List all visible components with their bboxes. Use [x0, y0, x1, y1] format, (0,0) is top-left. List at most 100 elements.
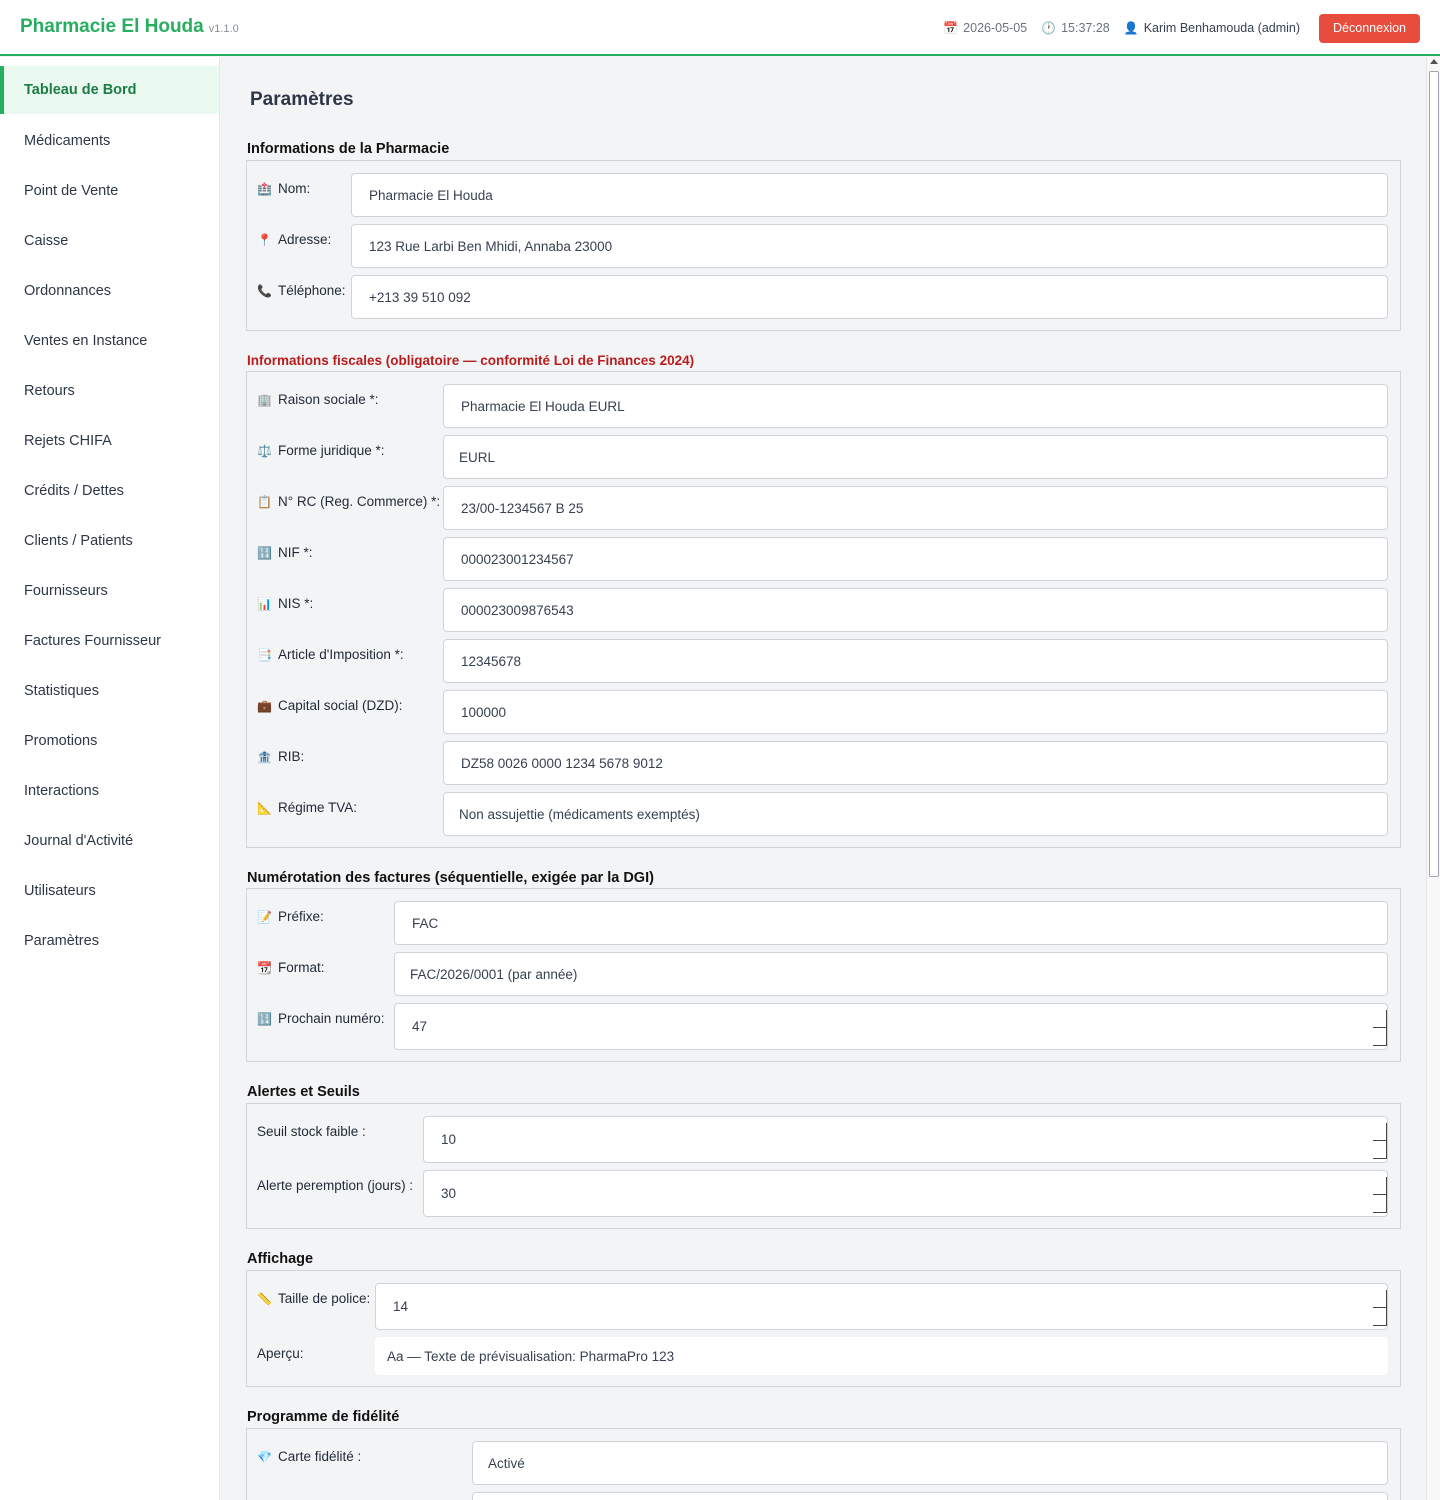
numbers-icon: 🔢	[257, 545, 272, 560]
top-header: Pharmacie El Houda v1.1.0 📅 2026-05-05 🕐…	[0, 0, 1440, 56]
field-label: Article d'Imposition *:	[278, 647, 404, 662]
nis-input[interactable]: 000023009876543	[443, 588, 1388, 632]
field-label: Adresse:	[278, 232, 332, 247]
expiry-alert-days-input[interactable]: 30	[423, 1170, 1388, 1217]
sidebar-item-point-de-vente[interactable]: Point de Vente	[0, 166, 219, 216]
field-row-nom: 🏥 Nom: Pharmacie El Houda	[247, 173, 1400, 217]
pharmacy-address-input[interactable]: 123 Rue Larbi Ben Mhidi, Annaba 23000	[351, 224, 1388, 268]
field-row-raison-sociale: 🏢 Raison sociale *: Pharmacie El Houda EU…	[247, 384, 1400, 428]
ruler-icon: 📏	[257, 1291, 272, 1306]
sidebar-item-medicaments[interactable]: Médicaments	[0, 116, 219, 166]
scroll-up-arrow-icon[interactable]	[1430, 59, 1438, 64]
number-spinner[interactable]	[1373, 1177, 1387, 1213]
field-row-article-imposition: 📑 Article d'Imposition *: 12345678	[247, 639, 1400, 683]
gem-icon: 💎	[257, 1449, 272, 1464]
building-icon: 🏢	[257, 392, 272, 407]
forme-juridique-select[interactable]: EURL	[443, 435, 1388, 479]
main-content: Paramètres Informations de la Pharmacie …	[220, 57, 1426, 1500]
scales-icon: ⚖️	[257, 443, 272, 458]
font-size-input[interactable]: 14	[375, 1283, 1388, 1330]
sidebar-item-journal-activite[interactable]: Journal d'Activité	[0, 816, 219, 866]
field-row-seuil-stock: Seuil stock faible : 10	[247, 1116, 1400, 1163]
number-spinner[interactable]	[1373, 1290, 1387, 1326]
sidebar-item-ordonnances[interactable]: Ordonnances	[0, 266, 219, 316]
fiscal-info-group: 🏢 Raison sociale *: Pharmacie El Houda EU…	[246, 371, 1401, 848]
article-imposition-input[interactable]: 12345678	[443, 639, 1388, 683]
current-time: 15:37:28	[1061, 21, 1110, 35]
pharmacy-info-group: 🏥 Nom: Pharmacie El Houda 📍 Adresse: 123 R…	[246, 160, 1401, 331]
scrollbar-thumb[interactable]	[1429, 71, 1439, 877]
field-row-prefixe: 📝 Préfixe: FAC	[247, 901, 1400, 945]
header-date: 📅 2026-05-05	[943, 21, 1027, 35]
sidebar-item-parametres[interactable]: Paramètres	[0, 916, 219, 966]
capital-social-input[interactable]: 100000	[443, 690, 1388, 734]
rib-input[interactable]: DZ58 0026 0000 1234 5678 9012	[443, 741, 1388, 785]
sidebar-item-statistiques[interactable]: Statistiques	[0, 666, 219, 716]
page-title: Paramètres	[250, 89, 354, 110]
invoice-numbering-group: 📝 Préfixe: FAC 📆 Format: FAC/2026/0001 (pa…	[246, 888, 1401, 1062]
header-user: 👤 Karim Benhamouda (admin)	[1124, 21, 1300, 35]
loyalty-card-select[interactable]: Activé	[472, 1441, 1388, 1485]
field-row-rib: 🏦 RIB: DZ58 0026 0000 1234 5678 9012	[247, 741, 1400, 785]
sidebar-item-clients-patients[interactable]: Clients / Patients	[0, 516, 219, 566]
sidebar-item-rejets-chifa[interactable]: Rejets CHIFA	[0, 416, 219, 466]
field-row-capital-social: 💼 Capital social (DZD): 100000	[247, 690, 1400, 734]
app-brand: Pharmacie El Houda v1.1.0	[20, 16, 239, 38]
section-title-invoice-numbering: Numérotation des factures (séquentielle,…	[247, 870, 654, 886]
next-invoice-number-input[interactable]: 47	[394, 1003, 1388, 1050]
sidebar: Tableau de Bord Médicaments Point de Ven…	[0, 57, 220, 1500]
field-row-format: 📆 Format: FAC/2026/0001 (par année)	[247, 952, 1400, 996]
pharmacy-phone-input[interactable]: +213 39 510 092	[351, 275, 1388, 319]
field-label: Forme juridique *:	[278, 443, 385, 458]
field-label: Préfixe:	[278, 909, 324, 924]
calendar-icon: 📆	[257, 960, 272, 975]
sidebar-item-promotions[interactable]: Promotions	[0, 716, 219, 766]
regime-tva-select[interactable]: Non assujettie (médicaments exemptés)	[443, 792, 1388, 836]
sidebar-item-credits-dettes[interactable]: Crédits / Dettes	[0, 466, 219, 516]
pharmacy-name-input[interactable]: Pharmacie El Houda	[351, 173, 1388, 217]
field-row-regime-tva: 📐 Régime TVA: Non assujettie (médicaments…	[247, 792, 1400, 836]
main-scrollbar[interactable]	[1426, 57, 1440, 1500]
triangle-ruler-icon: 📐	[257, 800, 272, 815]
logout-button[interactable]: Déconnexion	[1319, 13, 1420, 43]
sidebar-item-factures-fournisseur[interactable]: Factures Fournisseur	[0, 616, 219, 666]
field-row-telephone: 📞 Téléphone: +213 39 510 092	[247, 275, 1400, 319]
field-label: Aperçu:	[257, 1346, 304, 1361]
loyalty-next-input[interactable]	[472, 1492, 1388, 1500]
invoice-format-select[interactable]: FAC/2026/0001 (par année)	[394, 952, 1388, 996]
nif-input[interactable]: 000023001234567	[443, 537, 1388, 581]
sidebar-item-fournisseurs[interactable]: Fournisseurs	[0, 566, 219, 616]
bar-chart-icon: 📊	[257, 596, 272, 611]
sidebar-item-utilisateurs[interactable]: Utilisateurs	[0, 866, 219, 916]
sidebar-item-ventes-en-instance[interactable]: Ventes en Instance	[0, 316, 219, 366]
invoice-prefix-input[interactable]: FAC	[394, 901, 1388, 945]
field-row-adresse: 📍 Adresse: 123 Rue Larbi Ben Mhidi, Annab…	[247, 224, 1400, 268]
alerts-group: Seuil stock faible : 10 Alerte peremptio…	[246, 1103, 1401, 1229]
sidebar-item-caisse[interactable]: Caisse	[0, 216, 219, 266]
field-row-preview: Aperçu: Aa — Texte de prévisualisation: …	[247, 1337, 1400, 1381]
field-row-rc: 📋 N° RC (Reg. Commerce) *: 23/00-1234567 …	[247, 486, 1400, 530]
phone-icon: 📞	[257, 283, 272, 298]
location-pin-icon: 📍	[257, 232, 272, 247]
clock-icon: 🕐	[1041, 21, 1057, 35]
field-label: Régime TVA:	[278, 800, 358, 815]
raison-sociale-input[interactable]: Pharmacie El Houda EURL	[443, 384, 1388, 428]
rc-input[interactable]: 23/00-1234567 B 25	[443, 486, 1388, 530]
loyalty-group: 💎 Carte fidélité : Activé	[246, 1428, 1401, 1500]
sidebar-item-interactions[interactable]: Interactions	[0, 766, 219, 816]
number-spinner[interactable]	[1373, 1010, 1387, 1046]
section-title-display: Affichage	[247, 1251, 314, 1267]
field-row-forme-juridique: ⚖️ Forme juridique *: EURL	[247, 435, 1400, 479]
field-row-carte-fidelite: 💎 Carte fidélité : Activé	[247, 1441, 1400, 1485]
field-label: Format:	[278, 960, 325, 975]
sidebar-item-retours[interactable]: Retours	[0, 366, 219, 416]
input-value: 47	[412, 1019, 428, 1034]
field-label: Raison sociale *:	[278, 392, 379, 407]
section-title-fiscal: Informations fiscales (obligatoire — con…	[247, 353, 695, 368]
font-preview-box: Aa — Texte de prévisualisation: PharmaPr…	[375, 1337, 1388, 1375]
sidebar-item-tableau-de-bord[interactable]: Tableau de Bord	[0, 66, 219, 114]
low-stock-threshold-input[interactable]: 10	[423, 1116, 1388, 1163]
app-version: v1.1.0	[208, 23, 239, 35]
field-label: NIS *:	[278, 596, 314, 611]
number-spinner[interactable]	[1373, 1123, 1387, 1159]
